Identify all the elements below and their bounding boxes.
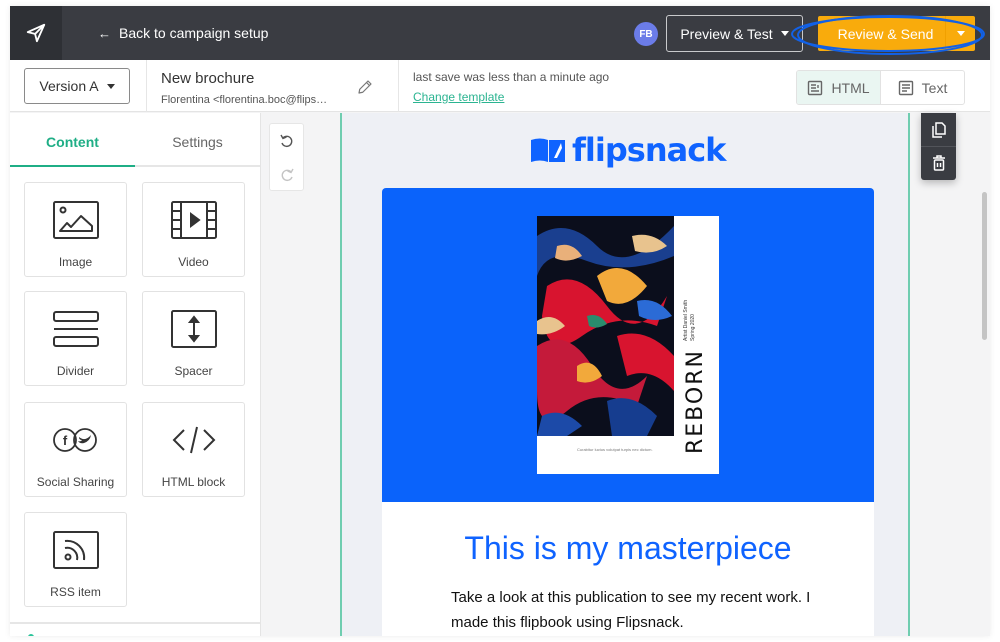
campaign-name: New brochure xyxy=(161,70,255,87)
cover-caption: Curabitur luctus volutpat turpis nec dic… xyxy=(577,447,653,452)
block-label: Divider xyxy=(56,364,95,378)
email-paragraph[interactable]: Take a look at this publication to see m… xyxy=(451,585,811,635)
block-label: Image xyxy=(58,255,93,269)
publication-cover[interactable]: Artist Daniel Smith Spring 2020 REBORN C… xyxy=(537,216,719,474)
edit-pencil-icon[interactable] xyxy=(356,78,374,96)
brand-name: flipsnack xyxy=(572,131,726,169)
view-mode-toggle: HTML Text xyxy=(796,70,965,105)
preview-and-test-button[interactable]: Preview & Test xyxy=(666,15,803,52)
last-save-status: last save was less than a minute ago xyxy=(413,70,610,84)
flipsnack-logo-icon xyxy=(531,138,565,162)
block-label: Spacer xyxy=(174,364,213,378)
divider xyxy=(398,60,399,112)
text-view-tab[interactable]: Text xyxy=(881,71,964,104)
version-selector[interactable]: Version A xyxy=(24,68,130,104)
block-actions-toolbar xyxy=(921,113,956,180)
user-avatar[interactable]: FB xyxy=(634,22,658,46)
brand-logo-block[interactable]: flipsnack xyxy=(530,131,726,169)
sidebar-footer xyxy=(10,622,260,636)
undo-button[interactable] xyxy=(270,124,303,158)
abstract-paint-image xyxy=(537,216,674,436)
rss-icon xyxy=(52,531,99,569)
history-controls xyxy=(269,123,304,191)
undo-icon xyxy=(279,134,292,148)
block-social-sharing[interactable]: f Social Sharing xyxy=(24,402,127,497)
block-rss[interactable]: RSS item xyxy=(24,512,127,607)
chevron-down-icon xyxy=(956,31,965,36)
duplicate-icon xyxy=(931,121,946,138)
text-content-block[interactable]: This is my masterpiece Take a look at th… xyxy=(382,502,874,636)
chevron-down-icon xyxy=(106,83,115,89)
cover-subtitle: Artist Daniel Smith Spring 2020 xyxy=(683,300,697,341)
email-canvas: flipsnack Artist Daniel Smith Spring 202… xyxy=(340,113,910,636)
vertical-scrollbar[interactable] xyxy=(982,192,987,340)
preview-button-label: Preview & Test xyxy=(680,25,773,42)
back-link-label: Back to campaign setup xyxy=(119,25,269,41)
block-html[interactable]: HTML block xyxy=(142,402,245,497)
back-to-campaign-setup-link[interactable]: ← Back to campaign setup xyxy=(98,6,268,60)
send-button-label: Review & Send xyxy=(837,25,934,42)
arrow-left-icon: ← xyxy=(98,25,111,41)
divider xyxy=(146,60,147,112)
top-bar: ← Back to campaign setup FB Preview & Te… xyxy=(10,6,990,60)
video-icon xyxy=(170,201,217,239)
tab-settings[interactable]: Settings xyxy=(135,113,260,165)
review-and-send-main[interactable]: Review & Send xyxy=(818,16,945,51)
email-editor-window: ← Back to campaign setup FB Preview & Te… xyxy=(10,6,990,636)
review-and-send-button[interactable]: Review & Send xyxy=(818,16,975,51)
svg-text:f: f xyxy=(62,433,67,448)
html-view-icon xyxy=(808,80,823,95)
text-view-label: Text xyxy=(921,79,948,96)
text-view-icon xyxy=(898,80,913,95)
html-view-tab[interactable]: HTML xyxy=(797,71,881,104)
tab-content[interactable]: Content xyxy=(10,113,135,167)
block-video[interactable]: Video xyxy=(142,182,245,277)
block-label: RSS item xyxy=(50,585,101,599)
chevron-down-icon xyxy=(780,31,789,36)
content-sidebar: Content Settings Image Video Divider Spa… xyxy=(10,113,261,636)
status-dot xyxy=(28,634,34,636)
spacer-icon xyxy=(170,310,217,348)
trash-icon xyxy=(932,155,945,171)
block-label: Video xyxy=(178,255,209,269)
block-label: Social Sharing xyxy=(36,475,115,489)
social-sharing-icon: f xyxy=(52,428,97,452)
change-template-link[interactable]: Change template xyxy=(413,90,504,104)
email-headline[interactable]: This is my masterpiece xyxy=(382,530,874,567)
block-label: HTML block xyxy=(161,475,226,489)
delete-block-button[interactable] xyxy=(921,146,956,179)
block-spacer[interactable]: Spacer xyxy=(142,291,245,386)
campaign-sender: Florentina <florentina.boc@flips… xyxy=(161,94,328,106)
block-image[interactable]: Image xyxy=(24,182,127,277)
version-label: Version A xyxy=(39,78,99,94)
hero-image-block[interactable]: Artist Daniel Smith Spring 2020 REBORN C… xyxy=(382,188,874,502)
cover-subtitle-line2: Spring 2020 xyxy=(690,314,696,341)
image-icon xyxy=(52,201,99,239)
sidebar-tabs: Content Settings xyxy=(10,113,260,167)
cover-subtitle-line1: Artist Daniel Smith xyxy=(683,299,689,341)
cover-title: REBORN xyxy=(683,349,708,454)
divider-icon xyxy=(52,311,99,347)
redo-icon xyxy=(281,168,294,182)
code-icon xyxy=(172,426,215,454)
campaign-info-bar: Version A New brochure Florentina <flore… xyxy=(10,60,990,112)
paper-plane-icon xyxy=(26,23,46,43)
app-logo[interactable] xyxy=(10,6,62,60)
html-view-label: HTML xyxy=(831,79,870,96)
redo-button[interactable] xyxy=(270,158,303,192)
duplicate-block-button[interactable] xyxy=(921,113,956,146)
send-options-dropdown[interactable] xyxy=(945,16,975,51)
block-divider[interactable]: Divider xyxy=(24,291,127,386)
cover-artwork xyxy=(537,216,674,436)
